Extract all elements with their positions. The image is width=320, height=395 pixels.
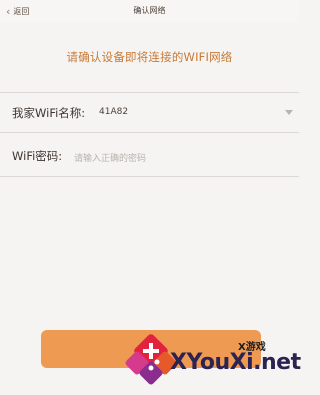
- page-title: 确认网络: [133, 6, 166, 15]
- divider: [0, 92, 299, 93]
- watermark: X游戏 XYouXi.net: [118, 330, 301, 395]
- divider: [0, 176, 299, 177]
- wifi-name-label: 我家WiFi名称:: [12, 106, 86, 120]
- wifi-password-input[interactable]: 请输入正确的密码: [74, 151, 146, 164]
- wifi-name-value: 41A82: [99, 107, 129, 117]
- instruction-text: 请确认设备即将连接的WIFI网络: [66, 50, 233, 64]
- wifi-password-label: WiFi密码:: [12, 149, 63, 163]
- divider: [0, 132, 299, 133]
- watermark-site: XYouXi.net: [170, 350, 301, 375]
- top-bar: ‹ 返回 确认网络: [0, 0, 299, 22]
- chevron-down-icon[interactable]: [285, 110, 293, 115]
